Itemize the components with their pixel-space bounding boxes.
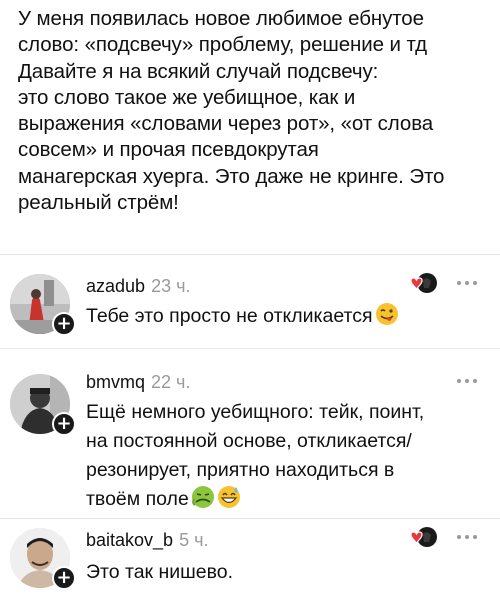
subscribe-plus-icon[interactable]: + xyxy=(52,412,76,436)
post-line: У меня появилась новое любимое ебнутое xyxy=(18,7,424,30)
comment-line: Тебе это просто не откликается xyxy=(86,305,373,327)
comment-text: Тебе это просто не откликается xyxy=(86,302,476,335)
comment-line: твоём поле xyxy=(86,488,189,510)
comment-meta: baitakov_b 5 ч. xyxy=(86,530,208,551)
more-options-icon[interactable] xyxy=(455,376,479,386)
author-like-icon[interactable] xyxy=(408,272,438,298)
post-line: манагерская хуерга. Это даже не кринге. … xyxy=(18,164,445,188)
comment-username[interactable]: bmvmq xyxy=(86,372,145,392)
comment-username[interactable]: azadub xyxy=(86,276,145,296)
nauseated-emoji xyxy=(191,485,215,518)
comment-text: Это так нишево. xyxy=(86,558,476,587)
comment-time: 5 ч. xyxy=(179,530,209,550)
post-body: У меня появилась новое любимое ебнутое с… xyxy=(18,6,484,216)
comment-meta: azadub 23 ч. xyxy=(86,276,190,297)
more-options-icon[interactable] xyxy=(455,532,479,542)
comment-line: Ещё немного уебищного: тейк, поинт, xyxy=(86,401,425,423)
comment-time: 22 ч. xyxy=(151,372,191,392)
comment-meta: bmvmq 22 ч. xyxy=(86,372,190,393)
comment-username[interactable]: baitakov_b xyxy=(86,530,173,550)
subscribe-plus-icon[interactable]: + xyxy=(52,312,76,336)
post-line: совсем» и прочая псевдокрутая xyxy=(18,138,319,162)
comment-time: 23 ч. xyxy=(151,276,191,296)
divider xyxy=(0,348,500,349)
post-line: выражения «словами через рот», «от слова xyxy=(18,112,434,136)
post-line: Давайте я на всякий случай подсвечу: xyxy=(18,59,379,83)
post-line: реальный стрём! xyxy=(18,191,179,215)
post-line: это слово такое же уебищное, как и xyxy=(18,85,356,109)
post-line: слово: «подсвечу» проблему, решение и тд xyxy=(18,33,427,57)
comment-text: Ещё немного уебищного: тейк, поинт, на п… xyxy=(86,398,476,518)
tongue-wink-emoji xyxy=(375,302,399,335)
comment-line: Это так нишево. xyxy=(86,561,234,583)
grinning-sweat-emoji xyxy=(217,485,241,518)
comment-line: на постоянной основе, откликается/ xyxy=(86,430,412,452)
divider xyxy=(0,254,500,255)
author-like-icon[interactable] xyxy=(408,526,438,552)
comment-line: резонирует, приятно находиться в xyxy=(86,459,395,481)
more-options-icon[interactable] xyxy=(455,278,479,288)
subscribe-plus-icon[interactable]: + xyxy=(52,566,76,590)
divider xyxy=(0,518,500,519)
